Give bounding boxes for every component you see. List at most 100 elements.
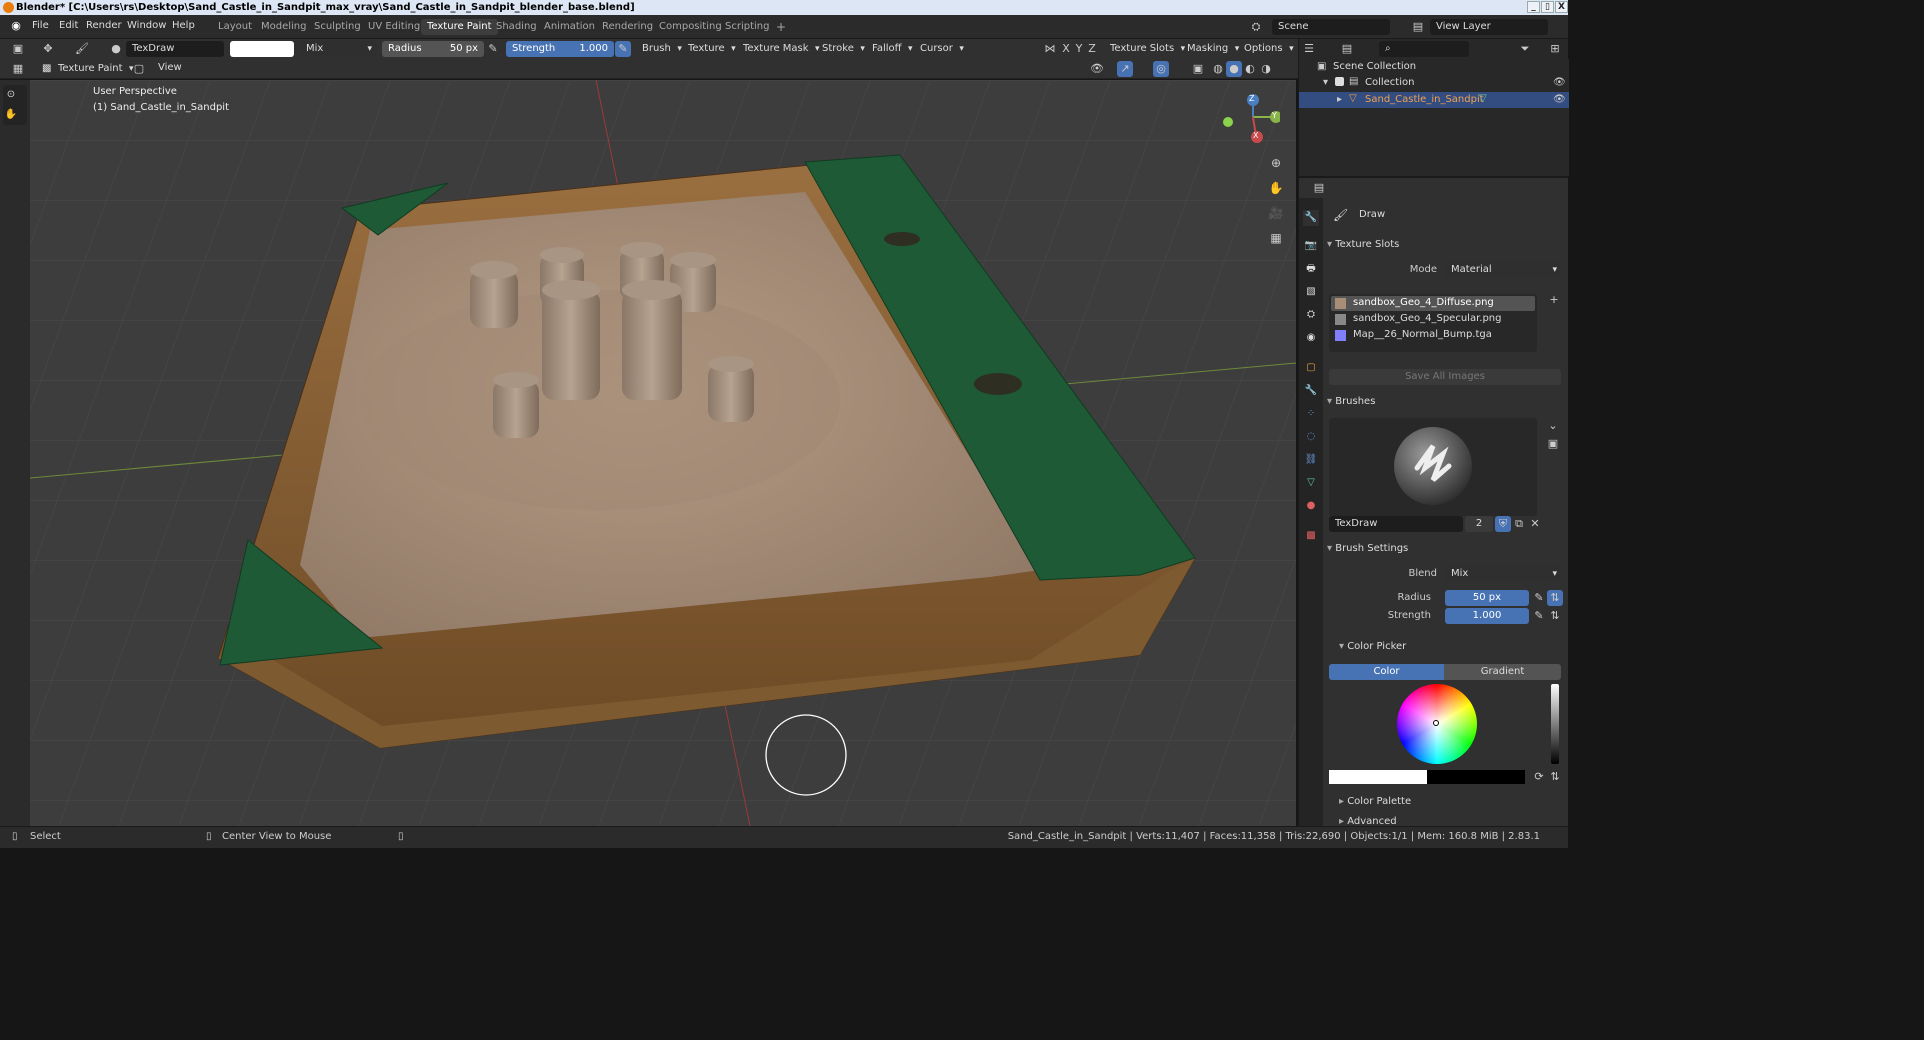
tab-tool-icon[interactable]: 🔧 [1303,210,1319,226]
swap-colors-icon[interactable]: ⟳ [1531,769,1547,785]
material-shading-icon[interactable]: ◐ [1242,61,1258,77]
tab-rendering[interactable]: Rendering [596,19,659,35]
blend-dropdown[interactable]: Mix [1445,566,1561,582]
falloff-menu[interactable]: Falloff [866,41,916,57]
cursor-nav-icon[interactable]: ⊙ [3,87,19,103]
mirror-icon[interactable]: ⋈ [1042,41,1058,57]
tab-scene-icon[interactable]: ⛭ [1303,307,1319,323]
solid-shading-icon[interactable]: ● [1226,61,1242,77]
view-menu[interactable]: View [158,62,182,73]
tab-texture-icon[interactable]: ▩ [1303,528,1319,544]
navigation-gizmo[interactable]: Z Y X [1220,92,1282,152]
strength-unit-icon[interactable]: ⇅ [1547,608,1563,624]
object-expand-icon[interactable]: ▸ [1337,94,1342,105]
tool-mode-icon[interactable]: ✥ [40,41,56,57]
brush-name-field[interactable]: TexDraw [126,41,224,57]
pan-hand-icon[interactable]: ✋ [3,107,19,123]
new-collection-icon[interactable]: ⊞ [1547,41,1563,57]
scene-collection-label[interactable]: Scene Collection [1333,61,1416,72]
strength-slider-props[interactable]: 1.000 [1445,608,1529,624]
cursor-menu[interactable]: Cursor [914,41,967,57]
tab-render-icon[interactable]: 📷 [1303,238,1319,254]
mode-dropdown[interactable]: ▩ Texture Paint [40,61,137,77]
tab-object-icon[interactable]: ▢ [1303,360,1319,376]
duplicate-brush-icon[interactable]: ⧉ [1511,516,1527,532]
tab-uv-editing[interactable]: UV Editing [362,19,426,35]
list-item[interactable]: sandbox_Geo_4_Specular.png [1331,312,1535,327]
brush-datablock-name[interactable]: TexDraw [1329,516,1463,532]
tab-world-icon[interactable]: ◉ [1303,330,1319,346]
color-tab[interactable]: Color [1329,664,1444,680]
brush-preview-area[interactable] [1329,418,1537,516]
blender-menu-icon[interactable]: ◉ [8,18,24,34]
overlay-toggle-icon[interactable]: ◎ [1153,61,1169,77]
texture-slots-header[interactable]: Texture Slots [1327,236,1567,254]
display-mode-icon[interactable]: ▤ [1339,41,1355,57]
menu-edit[interactable]: Edit [59,20,78,31]
view-layer-field[interactable]: View Layer [1430,19,1548,35]
tab-particles-icon[interactable]: ⁘ [1303,406,1319,422]
brush-color-swatch[interactable] [230,41,294,57]
tab-layout[interactable]: Layout [212,19,258,35]
object-visibility-icon[interactable]: 👁 [1553,94,1566,105]
menu-window[interactable]: Window [127,20,166,31]
fake-user-shield-icon[interactable]: ⛨ [1495,516,1511,532]
value-slider[interactable] [1551,684,1559,764]
secondary-color-swatch[interactable] [1427,770,1525,784]
editor-type-icon-2[interactable]: ▦ [10,61,26,77]
tab-animation[interactable]: Animation [538,19,601,35]
paint-mask-icon[interactable]: ▢ [131,61,147,77]
add-slot-icon[interactable]: + [1546,292,1562,308]
gradient-tab[interactable]: Gradient [1444,664,1561,680]
tab-scripting[interactable]: Scripting [719,19,775,35]
radius-pressure-icon[interactable]: ✎ [485,41,501,57]
add-workspace-button[interactable]: + [770,19,792,35]
radius-slider-props[interactable]: 50 px [1445,590,1529,606]
strength-pressure-icon-props[interactable]: ✎ [1531,608,1547,624]
brush-menu[interactable]: Brush [636,41,685,57]
brush-list-expand-icon[interactable]: ⌄ [1545,418,1561,434]
maximize-button[interactable]: ▯ [1541,1,1554,13]
tab-constraints-icon[interactable]: ⛓ [1303,452,1319,468]
radius-slider[interactable]: Radius 50 px [382,41,484,57]
zoom-icon[interactable]: ⊕ [1268,155,1284,171]
brush-datablock-icon[interactable]: ● [108,41,124,57]
brush-users-count[interactable]: 2 [1465,516,1493,532]
color-palette-header[interactable]: Color Palette [1339,793,1579,811]
collection-label[interactable]: Collection [1365,77,1414,88]
outliner-row-object[interactable]: ▸ ▽ Sand_Castle_in_Sandpit ▽ 👁 [1299,92,1569,108]
camera-icon[interactable]: 🎥 [1268,205,1284,221]
xray-toggle-icon[interactable]: ▣ [1190,61,1206,77]
tab-material-icon[interactable]: ● [1303,498,1319,514]
unlink-brush-icon[interactable]: ✕ [1527,516,1543,532]
texture-slots-menu[interactable]: Texture Slots [1104,41,1188,57]
scene-icon[interactable]: ⛭ [1248,19,1264,35]
tab-physics-icon[interactable]: ◌ [1303,429,1319,445]
strength-slider[interactable]: Strength 1.000 [506,41,614,57]
pan-icon[interactable]: ✋ [1268,180,1284,196]
mirror-z-toggle[interactable]: Z [1084,41,1100,57]
scene-name-field[interactable]: Scene [1272,19,1390,35]
rendered-shading-icon[interactable]: ◑ [1258,61,1274,77]
tab-data-icon[interactable]: ▽ [1303,475,1319,491]
properties-editor-icon[interactable]: ▤ [1311,180,1327,196]
brush-settings-header[interactable]: Brush Settings [1327,540,1567,558]
tab-modifier-icon[interactable]: 🔧 [1303,383,1319,399]
collection-expand-icon[interactable]: ▾ [1323,77,1328,88]
tab-shading[interactable]: Shading [490,19,543,35]
tab-output-icon[interactable]: 🖶 [1303,261,1319,277]
outliner-search-input[interactable]: ⌕ [1379,41,1469,57]
collection-visibility-icon[interactable]: 👁 [1553,77,1566,88]
close-button[interactable]: X [1555,1,1568,13]
menu-help[interactable]: Help [172,20,195,31]
brush-image-icon[interactable]: ▣ [1545,436,1561,452]
stroke-menu[interactable]: Stroke [816,41,868,57]
radius-unit-icon[interactable]: ⇅ [1547,590,1563,606]
brush-icon[interactable]: 🖌 [74,41,90,57]
menu-file[interactable]: File [32,20,49,31]
strength-pressure-icon[interactable]: ✎ [615,41,631,57]
collection-checkbox[interactable] [1335,77,1344,86]
save-all-images-button[interactable]: Save All Images [1329,369,1561,385]
texture-menu[interactable]: Texture [682,41,739,57]
list-item[interactable]: sandbox_Geo_4_Diffuse.png [1331,296,1535,311]
